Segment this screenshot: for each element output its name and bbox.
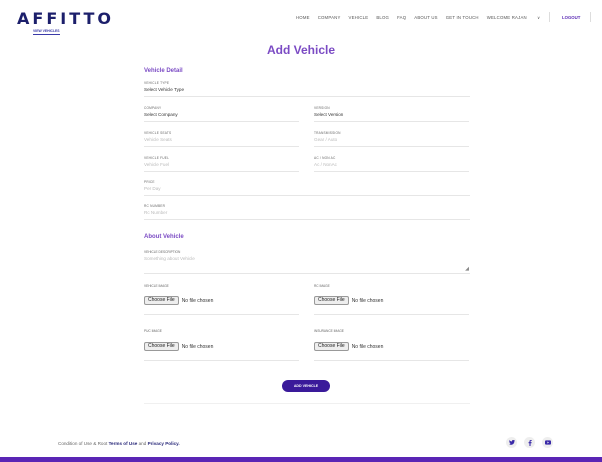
youtube-icon[interactable] <box>542 437 553 448</box>
field-label: PRICE <box>144 180 155 184</box>
view-vehicles-link[interactable]: VIEW VEHICLES <box>33 29 60 35</box>
nav-welcome-user[interactable]: WELCOME RAJAN ∨ <box>487 15 549 20</box>
vehicle-seats-input[interactable]: VEHICLE SEATS Vehicle Seats <box>144 131 299 147</box>
nav-company[interactable]: COMPANY <box>318 15 341 20</box>
nav-faq[interactable]: FAQ <box>397 15 406 20</box>
field-label: RC NUMBER <box>144 204 166 208</box>
field-label: AC / NON AC <box>314 156 336 160</box>
footer-accent-bar <box>0 457 602 462</box>
choose-file-button[interactable]: Choose File <box>314 342 349 351</box>
choose-file-button[interactable]: Choose File <box>314 296 349 305</box>
puc-image-label: PUC IMAGE <box>144 329 162 333</box>
divider <box>144 314 299 315</box>
field-placeholder: Ac / NonAc <box>314 162 337 167</box>
ac-input[interactable]: AC / NON AC Ac / NonAc <box>314 156 469 172</box>
company-select[interactable]: COMPANY Select Company <box>144 106 299 122</box>
chevron-down-icon: ∨ <box>535 15 541 20</box>
field-label: VERSION <box>314 106 330 110</box>
field-label: VEHICLE SEATS <box>144 131 172 135</box>
insurance-image-label: INSURANCE IMAGE <box>314 329 344 333</box>
nav-divider <box>549 12 550 22</box>
section-heading-vehicle-detail: Vehicle Detail <box>144 68 183 74</box>
choose-file-button[interactable]: Choose File <box>144 342 179 351</box>
logout-link[interactable]: LOGOUT <box>562 15 580 20</box>
nav-divider <box>590 12 591 22</box>
field-placeholder: Something about Vehicle <box>144 256 195 261</box>
divider <box>144 403 470 404</box>
transmission-input[interactable]: TRANSMISSION Gear / Auto <box>314 131 469 147</box>
twitter-icon[interactable] <box>506 437 517 448</box>
field-label: COMPANY <box>144 106 162 110</box>
section-heading-about-vehicle: About Vehicle <box>144 234 184 240</box>
welcome-label: WELCOME RAJAN <box>486 15 527 20</box>
site-logo[interactable]: AFFITTO <box>17 9 114 28</box>
divider <box>314 360 469 361</box>
field-placeholder: Gear / Auto <box>314 137 338 142</box>
version-select[interactable]: VERSION Select Version <box>314 106 469 122</box>
nav-about-us[interactable]: ABOUT US <box>414 15 438 20</box>
resize-handle-icon[interactable]: ◢ <box>465 266 469 272</box>
rc-image-upload: Choose File No file chosen <box>314 296 383 305</box>
main-nav: HOME COMPANY VEHICLE BLOG FAQ ABOUT US G… <box>296 15 556 20</box>
vehicle-image-label: VEHICLE IMAGE <box>144 284 169 288</box>
price-input[interactable]: PRICE Per Day <box>144 180 470 196</box>
file-status: No file chosen <box>181 343 214 350</box>
field-label: VEHICLE TYPE <box>144 81 170 85</box>
field-placeholder: Per Day <box>144 186 161 191</box>
field-placeholder: Rc Number <box>144 210 168 215</box>
terms-of-use-link[interactable]: Terms of Use <box>109 441 138 446</box>
choose-file-button[interactable]: Choose File <box>144 296 179 305</box>
rc-image-label: RC IMAGE <box>314 284 330 288</box>
privacy-policy-link[interactable]: Privacy Policy. <box>148 441 180 446</box>
field-placeholder: Vehicle Fuel <box>144 162 170 167</box>
footer-and: and <box>138 441 147 446</box>
page-title: Add Vehicle <box>266 43 336 57</box>
nav-get-in-touch[interactable]: GET IN TOUCH <box>446 15 479 20</box>
footer-prefix: Condition of Use & Root <box>58 441 108 446</box>
divider <box>144 360 299 361</box>
nav-vehicle[interactable]: VEHICLE <box>349 15 369 20</box>
footer-legal: Condition of Use & Root Terms of Use and… <box>58 441 180 446</box>
add-vehicle-button[interactable]: ADD VEHICLE <box>282 380 330 392</box>
insurance-image-upload: Choose File No file chosen <box>314 342 383 351</box>
facebook-icon[interactable] <box>524 437 535 448</box>
vehicle-fuel-input[interactable]: VEHICLE FUEL Vehicle Fuel <box>144 156 299 172</box>
field-placeholder: Vehicle Seats <box>144 137 172 142</box>
field-label: VEHICLE FUEL <box>144 156 170 160</box>
puc-image-upload: Choose File No file chosen <box>144 342 213 351</box>
vehicle-type-select[interactable]: VEHICLE TYPE Select Vehicle Type <box>144 81 470 97</box>
field-label: VEHICLE DESCRIPTION <box>144 250 181 254</box>
field-value: Select Version <box>314 112 344 117</box>
field-value: Select Company <box>144 112 178 117</box>
divider <box>314 314 469 315</box>
nav-home[interactable]: HOME <box>296 15 310 20</box>
file-status: No file chosen <box>181 297 214 304</box>
top-bar: AFFITTO HOME COMPANY VEHICLE BLOG FAQ AB… <box>0 0 602 30</box>
file-status: No file chosen <box>351 297 384 304</box>
rc-number-input[interactable]: RC NUMBER Rc Number <box>144 204 470 220</box>
field-label: TRANSMISSION <box>314 131 341 135</box>
nav-blog[interactable]: BLOG <box>376 15 389 20</box>
file-status: No file chosen <box>351 343 384 350</box>
vehicle-image-upload: Choose File No file chosen <box>144 296 213 305</box>
field-value: Select Vehicle Type <box>144 87 185 92</box>
vehicle-description-textarea[interactable]: VEHICLE DESCRIPTION Something about Vehi… <box>144 250 470 274</box>
